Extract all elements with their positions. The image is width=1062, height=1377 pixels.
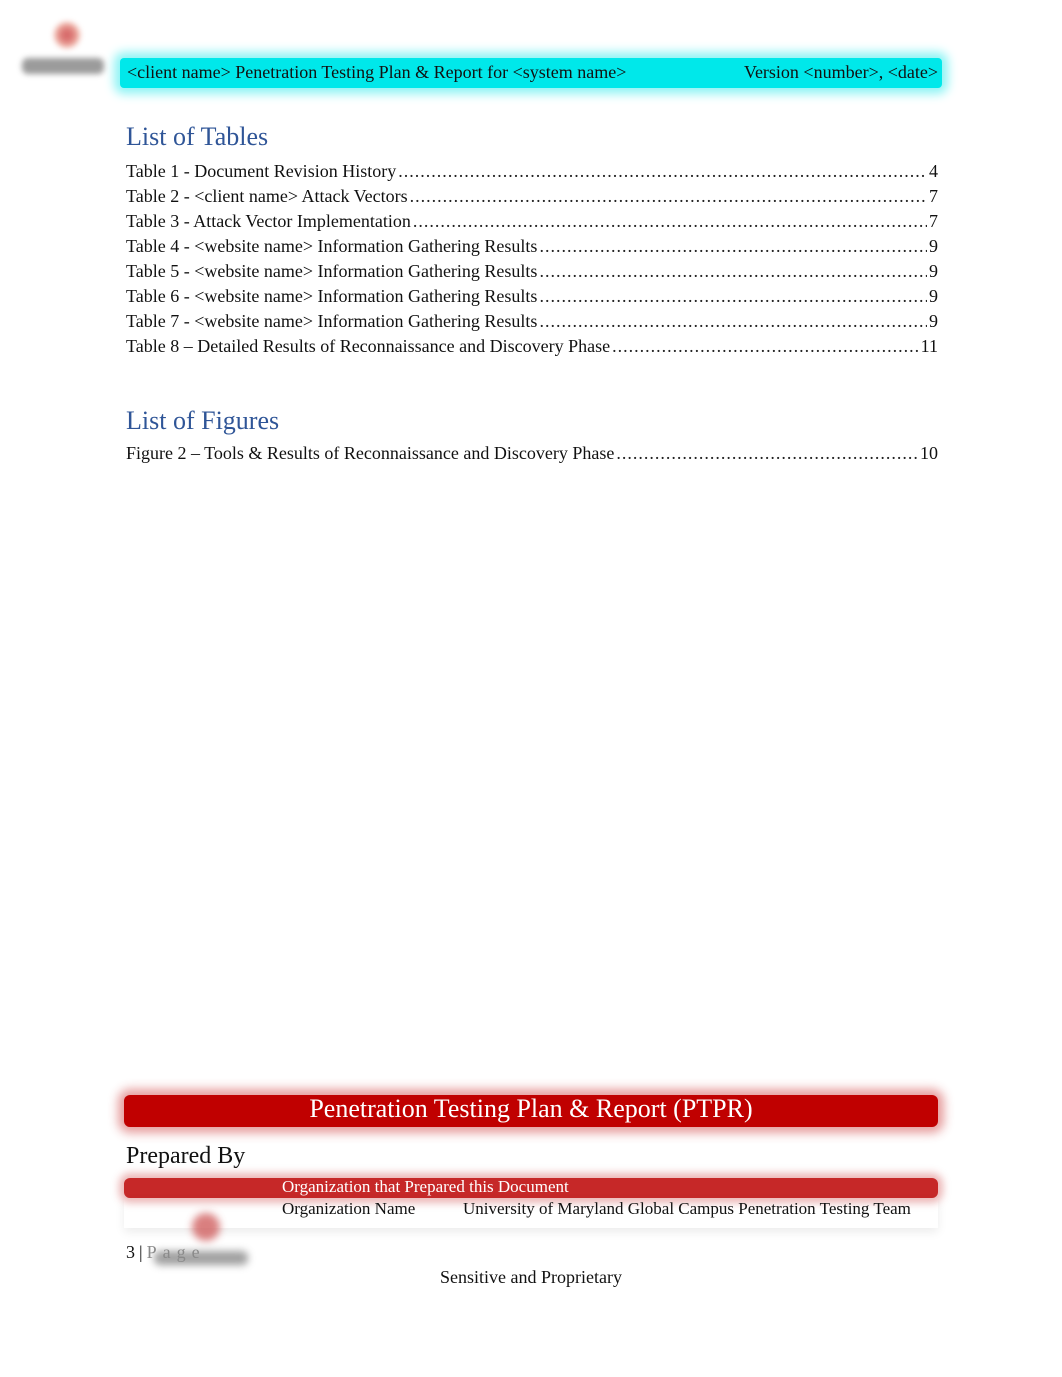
header-title: <client name> Penetration Testing Plan &… [127, 62, 627, 82]
toc-leader [616, 441, 918, 466]
toc-entry-page: 11 [920, 336, 938, 356]
header-version: Version <number>, <date> [743, 62, 938, 82]
toc-entry-page: 7 [929, 211, 938, 231]
list-of-figures-heading: List of Figures [126, 406, 280, 435]
toc-entry-page: 4 [929, 161, 938, 181]
toc-leader [398, 159, 927, 184]
toc-entry-label: Table 4 - <website name> Information Gat… [126, 236, 538, 256]
page-separator: | [139, 1242, 143, 1262]
logo-emblem-icon [192, 1213, 220, 1241]
page-number-value: 3 [126, 1242, 135, 1262]
list-of-tables: Table 1 - Document Revision History 4 Tab… [126, 159, 938, 359]
toc-entry[interactable]: Table 2 - <client name> Attack Vectors 7 [126, 184, 938, 209]
toc-entry-page: 9 [929, 286, 938, 306]
toc-entry-label: Table 1 - Document Revision History [126, 161, 397, 181]
toc-entry[interactable]: Table 4 - <website name> Information Gat… [126, 234, 938, 259]
toc-entry-label: Table 5 - <website name> Information Gat… [126, 261, 538, 281]
toc-entry[interactable]: Table 5 - <website name> Information Gat… [126, 259, 938, 284]
toc-entry-label: Table 6 - <website name> Information Gat… [126, 286, 538, 306]
toc-entry-page: 10 [920, 443, 938, 463]
page-number: 3 | Page [126, 1242, 206, 1263]
toc-entry-label: Table 8 – Detailed Results of Reconnaiss… [126, 336, 611, 356]
toc-leader [410, 184, 927, 209]
toc-leader [539, 284, 927, 309]
toc-leader [539, 309, 927, 334]
toc-entry[interactable]: Table 3 - Attack Vector Implementation 7 [126, 209, 938, 234]
toc-entry-page: 9 [929, 311, 938, 331]
toc-entry[interactable]: Table 7 - <website name> Information Gat… [126, 309, 938, 334]
toc-entry-page: 9 [929, 261, 938, 281]
toc-entry-label: Figure 2 – Tools & Results of Reconnaiss… [126, 443, 615, 463]
toc-leader [539, 259, 927, 284]
organization-logo [14, 8, 104, 80]
list-of-figures: Figure 2 – Tools & Results of Reconnaiss… [126, 441, 938, 466]
toc-leader [413, 209, 927, 234]
toc-entry-page: 7 [929, 186, 938, 206]
organization-name-label: Organization Name [282, 1199, 416, 1218]
toc-leader [539, 234, 927, 259]
toc-entry[interactable]: Table 8 – Detailed Results of Reconnaiss… [126, 334, 938, 359]
logo-emblem-icon [54, 22, 80, 48]
toc-entry-label: Table 3 - Attack Vector Implementation [126, 211, 411, 231]
classification-label: Sensitive and Proprietary [440, 1267, 622, 1287]
cover-title: Penetration Testing Plan & Report (PTPR) [309, 1094, 753, 1123]
list-of-tables-heading: List of Tables [126, 122, 269, 151]
prepared-by-table-header: Organization that Prepared this Document [282, 1177, 569, 1196]
organization-name-value: University of Maryland Global Campus Pen… [463, 1199, 911, 1218]
logo-wordmark [22, 58, 104, 74]
toc-leader [612, 334, 919, 359]
toc-entry-label: Table 7 - <website name> Information Gat… [126, 311, 538, 331]
toc-entry-label: Table 2 - <client name> Attack Vectors [126, 186, 408, 206]
toc-entry[interactable]: Table 1 - Document Revision History 4 [126, 159, 938, 184]
page-word: Page [146, 1242, 206, 1262]
prepared-by-heading: Prepared By [126, 1143, 246, 1169]
toc-entry-page: 9 [929, 236, 938, 256]
footer-logo [150, 1205, 250, 1275]
toc-entry[interactable]: Figure 2 – Tools & Results of Reconnaiss… [126, 441, 938, 466]
toc-entry[interactable]: Table 6 - <website name> Information Gat… [126, 284, 938, 309]
